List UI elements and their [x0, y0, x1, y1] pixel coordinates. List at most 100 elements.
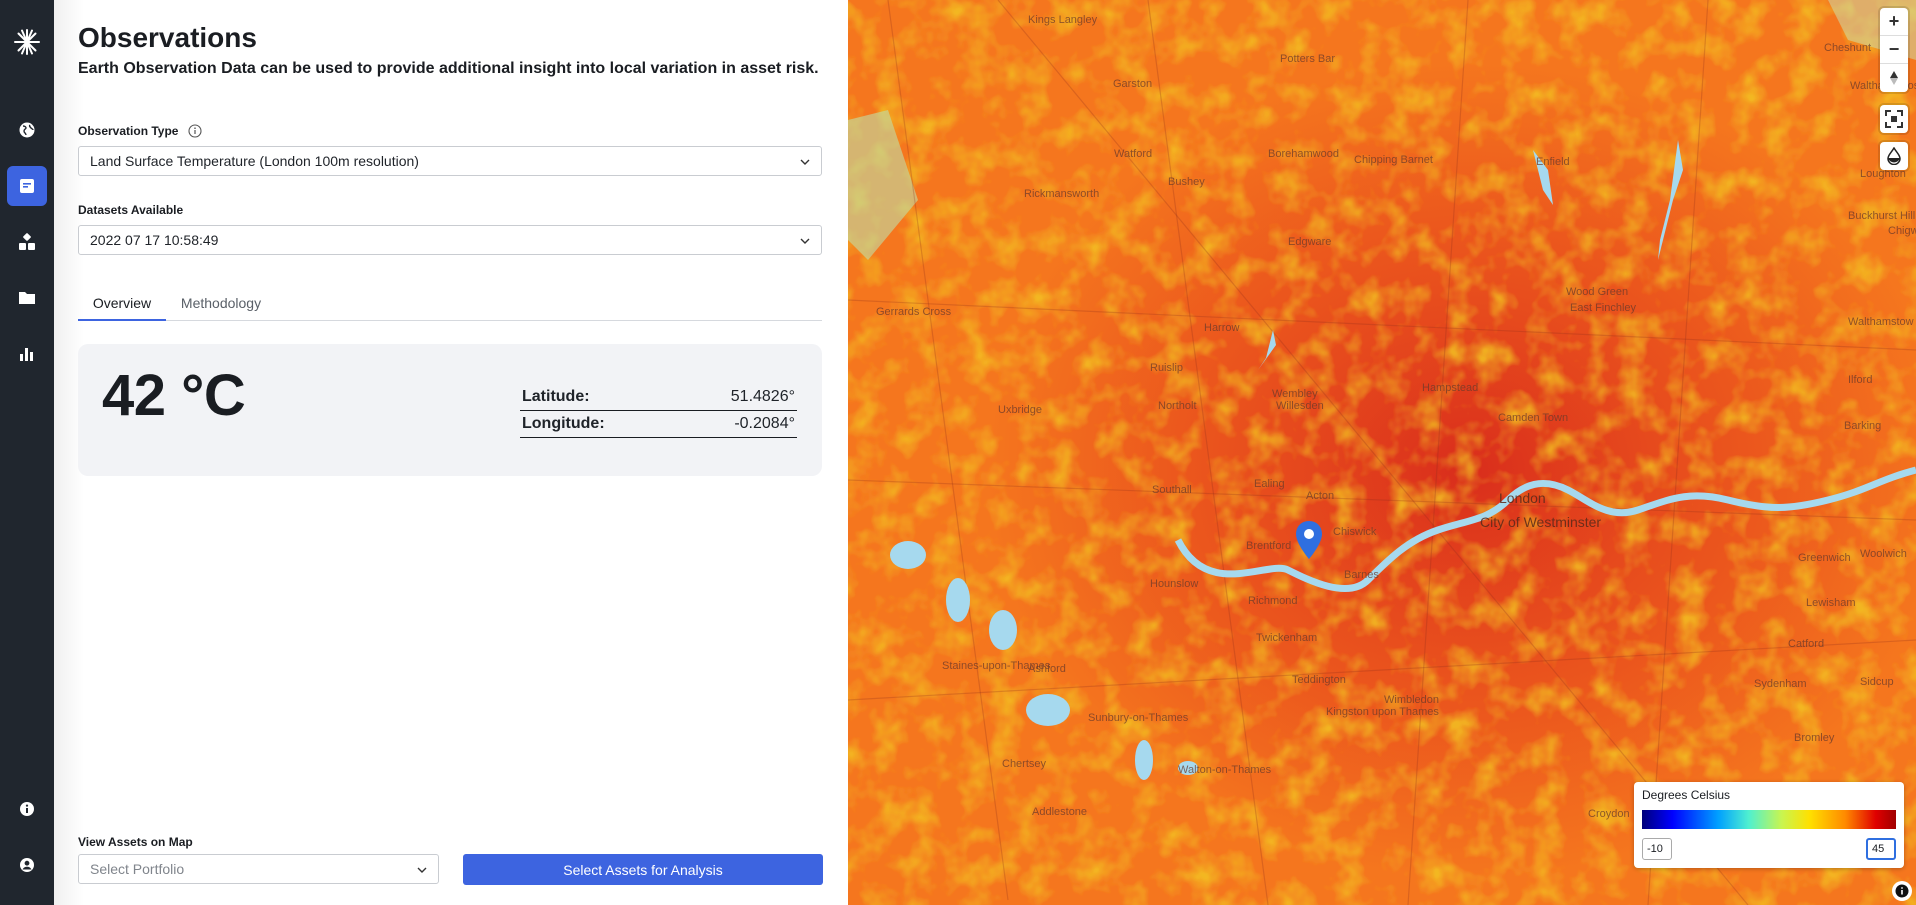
map-place-label: Woolwich — [1860, 548, 1907, 560]
map-place-label: Kingston upon Thames — [1326, 706, 1439, 718]
tab-overview[interactable]: Overview — [78, 286, 166, 321]
map-place-label: Brentford — [1246, 540, 1292, 552]
view-assets-label: View Assets on Map — [78, 835, 193, 849]
map-place-label: East Finchley — [1570, 302, 1637, 314]
map-place-label: Southall — [1152, 484, 1192, 496]
select-assets-button[interactable]: Select Assets for Analysis — [463, 854, 823, 885]
chevron-down-icon — [800, 238, 810, 244]
map-place-label: Wembley — [1272, 388, 1318, 400]
observation-type-select[interactable]: Land Surface Temperature (London 100m re… — [78, 146, 822, 176]
network-icon[interactable] — [7, 222, 47, 262]
map-place-label: Ilford — [1848, 374, 1873, 386]
legend-color-bar — [1642, 810, 1896, 829]
map-place-label: Gerrards Cross — [876, 306, 952, 318]
map-place-label: Richmond — [1248, 595, 1298, 607]
nav-rail — [0, 0, 54, 905]
map-place-label: Bushey — [1168, 176, 1205, 188]
map-place-label: Enfield — [1536, 156, 1570, 168]
latitude-row: Latitude: 51.4826° — [520, 384, 797, 411]
map-place-label: Teddington — [1292, 674, 1346, 686]
map-place-label: Hounslow — [1150, 578, 1199, 590]
map-place-label: City of Westminster — [1480, 514, 1602, 530]
zoom-controls: + − — [1880, 8, 1908, 92]
attribution-info-icon[interactable] — [1892, 881, 1912, 901]
globe-icon[interactable] — [7, 110, 47, 150]
map-place-label: Greenwich — [1798, 552, 1851, 564]
map-place-label: Sidcup — [1860, 676, 1894, 688]
observation-type-label: Observation Type — [78, 124, 179, 138]
legend-max-input[interactable] — [1866, 838, 1896, 860]
map-place-label: Ruislip — [1150, 362, 1184, 374]
fullscreen-icon[interactable] — [1880, 105, 1908, 133]
map-place-label: Addlestone — [1032, 806, 1088, 818]
color-legend: Degrees Celsius — [1634, 782, 1904, 868]
portfolio-placeholder: Select Portfolio — [90, 861, 185, 877]
zoom-out-icon[interactable]: − — [1880, 36, 1908, 64]
map-place-label: Kings Langley — [1028, 14, 1098, 26]
map-place-label: Potters Bar — [1280, 53, 1336, 65]
map-place-label: Willesden — [1276, 400, 1324, 412]
map-place-label: Lewisham — [1806, 597, 1856, 609]
datasets-label: Datasets Available — [78, 203, 184, 217]
map-place-label: Chipping Barnet — [1354, 154, 1433, 166]
map-place-label: Wimbledon — [1384, 694, 1440, 706]
report-icon[interactable] — [7, 166, 47, 206]
observation-type-value: Land Surface Temperature (London 100m re… — [90, 153, 419, 169]
datasets-value: 2022 07 17 10:58:49 — [90, 232, 219, 248]
map-place-label: Uxbridge — [998, 404, 1043, 416]
map-place-label: Acton — [1306, 490, 1335, 502]
map-place-label: Walton-on-Thames — [1178, 764, 1272, 776]
map-place-label: Buckhurst Hill — [1848, 210, 1916, 222]
tab-methodology[interactable]: Methodology — [172, 286, 270, 320]
heat-map[interactable]: Kings Langley Potters Bar Cheshunt Waltham … — [848, 0, 1916, 905]
map-place-label: Camden Town — [1498, 412, 1569, 424]
folder-icon[interactable] — [7, 278, 47, 318]
map-place-label: Ealing — [1254, 478, 1285, 490]
map-place-label: Rickmansworth — [1024, 188, 1100, 200]
portfolio-select[interactable]: Select Portfolio — [78, 854, 439, 884]
map-place-label: Harrow — [1204, 322, 1240, 334]
fullscreen-control — [1880, 105, 1908, 133]
map-place-label: Catford — [1788, 638, 1825, 650]
map-place-label: London — [1499, 490, 1546, 506]
chevron-down-icon — [417, 867, 427, 873]
map-place-label: Cheshunt — [1824, 42, 1872, 54]
map-place-label: Bromley — [1794, 732, 1835, 744]
map-place-label: Borehamwood — [1268, 148, 1339, 160]
layer-style-control — [1880, 142, 1908, 170]
map-place-label: Sydenham — [1754, 678, 1807, 690]
temperature-value: 42 °C — [102, 363, 246, 428]
latitude-label: Latitude: — [522, 388, 590, 405]
page-subtitle: Earth Observation Data can be used to pr… — [78, 60, 819, 77]
map-place-label: Chiswick — [1333, 526, 1377, 538]
tab-bar: Overview Methodology — [78, 286, 822, 321]
logo-icon[interactable] — [7, 22, 47, 62]
info-circle-icon[interactable] — [188, 124, 202, 138]
location-pin-icon[interactable] — [1294, 520, 1324, 560]
map-place-label: Northolt — [1158, 400, 1197, 412]
map-place-label: Staines-upon-Thames — [942, 660, 1051, 672]
map-place-label: Walthamstow — [1848, 316, 1914, 328]
observation-reading-card: 42 °C Latitude: 51.4826° Longitude: -0.2… — [78, 344, 822, 476]
map-place-label: Hampstead — [1422, 382, 1479, 394]
datasets-select[interactable]: 2022 07 17 10:58:49 — [78, 225, 822, 255]
map-place-label: Edgware — [1288, 236, 1332, 248]
map-place-label: Croydon — [1588, 808, 1630, 820]
chevron-down-icon — [800, 159, 810, 165]
map-place-label: Sunbury-on-Thames — [1088, 712, 1189, 724]
account-icon[interactable] — [7, 845, 47, 885]
water-drop-icon[interactable] — [1880, 142, 1908, 170]
map-place-label: Chertsey — [1002, 758, 1047, 770]
zoom-in-icon[interactable]: + — [1880, 8, 1908, 36]
longitude-value: -0.2084° — [734, 415, 795, 432]
bar-chart-icon[interactable] — [7, 334, 47, 374]
info-icon[interactable] — [7, 789, 47, 829]
map-place-label: Chigwell — [1888, 225, 1916, 237]
latitude-value: 51.4826° — [730, 388, 795, 405]
legend-title: Degrees Celsius — [1642, 788, 1731, 802]
legend-min-input[interactable] — [1642, 838, 1672, 860]
observation-type-label-row: Observation Type — [78, 124, 202, 138]
compass-icon[interactable] — [1880, 64, 1908, 92]
map-place-label: Garston — [1113, 78, 1153, 90]
longitude-label: Longitude: — [522, 415, 605, 432]
